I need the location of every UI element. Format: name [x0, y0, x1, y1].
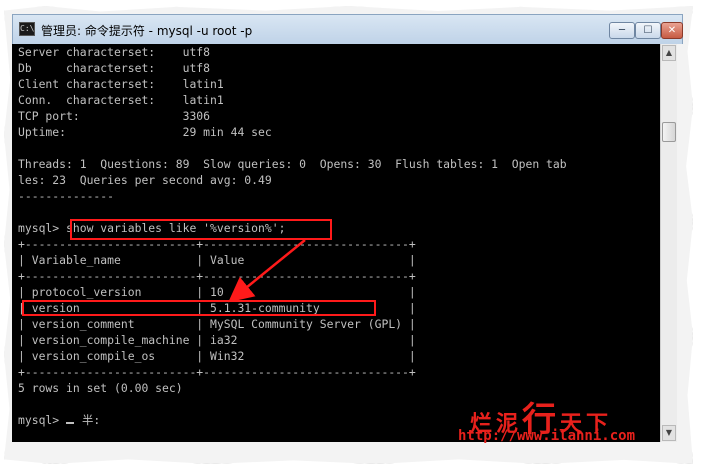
watermark-url: http://www.ilanni.com	[458, 428, 636, 444]
